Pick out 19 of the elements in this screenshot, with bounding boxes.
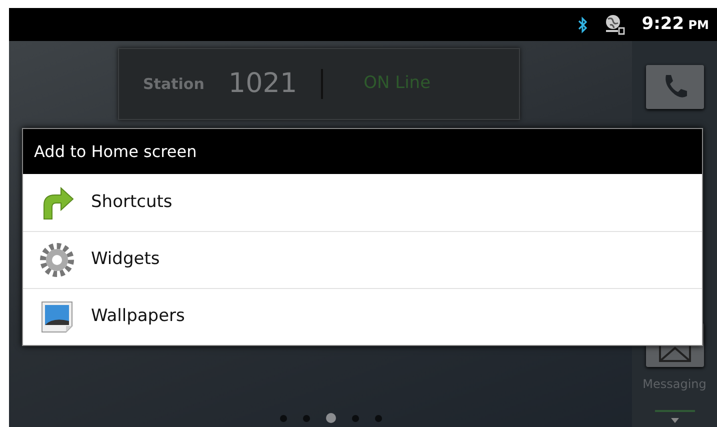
globe-icon	[604, 14, 626, 36]
page-indicator-dot[interactable]	[302, 414, 310, 422]
expand-arrow-icon[interactable]	[670, 418, 678, 423]
image-icon	[39, 299, 75, 335]
dock-app-button[interactable]	[646, 65, 704, 109]
bluetooth-icon	[578, 16, 588, 34]
page-indicator-dot[interactable]	[352, 414, 358, 422]
menu-item[interactable]: Wallpapers	[23, 288, 702, 345]
page-indicator-dot[interactable]	[280, 414, 286, 422]
status-time: 9:22 PM	[642, 12, 709, 36]
page-indicator-dot[interactable]	[326, 413, 336, 423]
menu-item[interactable]: Shortcuts	[23, 174, 702, 231]
dock-label: Messaging	[642, 376, 706, 393]
menu-item[interactable]: Widgets	[23, 231, 702, 288]
station-number: 1021	[228, 66, 298, 101]
dialog-title: Add to Home screen	[23, 129, 702, 174]
page-indicator-dot[interactable]	[374, 414, 382, 422]
station-label: Station	[143, 74, 204, 95]
gear-icon	[39, 242, 75, 278]
